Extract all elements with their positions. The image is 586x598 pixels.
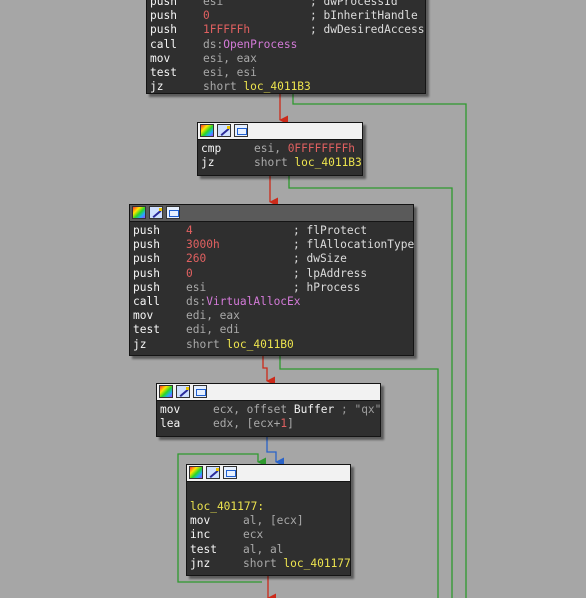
loop-label[interactable]: loc_401177: — [190, 500, 264, 514]
jump-target-link[interactable]: loc_4011B0 — [226, 338, 293, 352]
graph-overview-icon[interactable] — [132, 206, 146, 219]
asm-line[interactable]: push 0; lpAddress — [133, 267, 413, 281]
asm-line[interactable]: loc_401177: — [190, 500, 350, 514]
asm-line[interactable]: jz short loc_4011B3 — [150, 80, 425, 94]
asm-line[interactable]: jz short loc_4011B0 — [133, 338, 413, 352]
symbol-link[interactable]: VirtualAllocEx — [206, 295, 300, 309]
asm-line[interactable]: call ds:OpenProcess — [150, 38, 425, 52]
graph-overview-icon[interactable] — [200, 124, 214, 137]
asm-line[interactable]: jnz short loc_401177 — [190, 557, 351, 571]
edge-false-3 — [262, 356, 276, 386]
node-picture-icon[interactable] — [234, 124, 248, 137]
edit-node-icon[interactable] — [149, 206, 163, 219]
data-label-link[interactable]: Buffer — [294, 403, 334, 417]
asm-line[interactable]: mov ecx, offset Buffer ; "qx" — [160, 403, 381, 417]
node-header[interactable] — [130, 205, 413, 222]
node-picture-icon[interactable] — [193, 385, 207, 398]
graph-overview-icon[interactable] — [159, 385, 173, 398]
code-block-cmp[interactable]: cmp esi, 0FFFFFFFFh jz short loc_4011B3 — [197, 122, 363, 176]
code-block-loop[interactable]: loc_401177: mov al, [ecx] inc ecx test al, … — [186, 464, 351, 576]
code-block-virtual-alloc[interactable]: push 4; flProtect push 3000h; flAllocation… — [129, 204, 414, 356]
graph-overview-icon[interactable] — [189, 466, 203, 479]
node-header[interactable] — [198, 123, 362, 140]
asm-line[interactable]: push 260; dwSize — [133, 252, 413, 266]
asm-line[interactable]: test al, al — [190, 543, 350, 557]
asm-line[interactable]: push 1FFFFFh; dwDesiredAccess — [150, 23, 425, 37]
edit-node-icon[interactable] — [206, 466, 220, 479]
asm-line[interactable]: jz short loc_4011B3 — [201, 156, 362, 170]
asm-line[interactable]: push 0; bInheritHandle — [150, 9, 425, 23]
node-header[interactable] — [157, 384, 380, 401]
asm-line[interactable]: inc ecx — [190, 528, 350, 542]
code-block-open-process[interactable]: push esi; dwProcessId push 0; bInheritHand… — [146, 0, 426, 94]
asm-line[interactable]: push 4; flProtect — [133, 224, 413, 238]
asm-line[interactable]: mov edi, eax — [133, 309, 413, 323]
asm-line[interactable]: push esi; hProcess — [133, 281, 413, 295]
jump-target-link[interactable]: loc_401177 — [283, 557, 350, 571]
asm-line[interactable]: cmp esi, 0FFFFFFFFh — [201, 142, 362, 156]
asm-line[interactable]: test edi, edi — [133, 323, 413, 337]
jump-target-link[interactable]: loc_4011B3 — [243, 80, 310, 94]
node-header[interactable] — [187, 465, 350, 482]
asm-line[interactable]: push esi; dwProcessId — [150, 0, 425, 9]
edit-node-icon[interactable] — [217, 124, 231, 137]
node-picture-icon[interactable] — [166, 206, 180, 219]
ida-graph-view[interactable]: { "colors": { "background": "#a6a6a6", "… — [0, 0, 586, 598]
code-block-buffer[interactable]: mov ecx, offset Buffer ; "qx" lea edx, [ec… — [156, 383, 381, 437]
asm-line[interactable]: push 3000h; flAllocationType — [133, 238, 414, 252]
edit-node-icon[interactable] — [176, 385, 190, 398]
asm-line[interactable]: mov al, [ecx] — [190, 514, 350, 528]
asm-line[interactable]: lea edx, [ecx+1] — [160, 417, 380, 431]
asm-line[interactable]: call ds:VirtualAllocEx — [133, 295, 413, 309]
asm-line[interactable]: test esi, esi — [150, 66, 425, 80]
jump-target-link[interactable]: loc_4011B3 — [294, 156, 361, 170]
asm-line[interactable]: mov esi, eax — [150, 52, 425, 66]
edge-normal-4 — [266, 437, 285, 467]
symbol-link[interactable]: OpenProcess — [223, 38, 297, 52]
node-picture-icon[interactable] — [223, 466, 237, 479]
